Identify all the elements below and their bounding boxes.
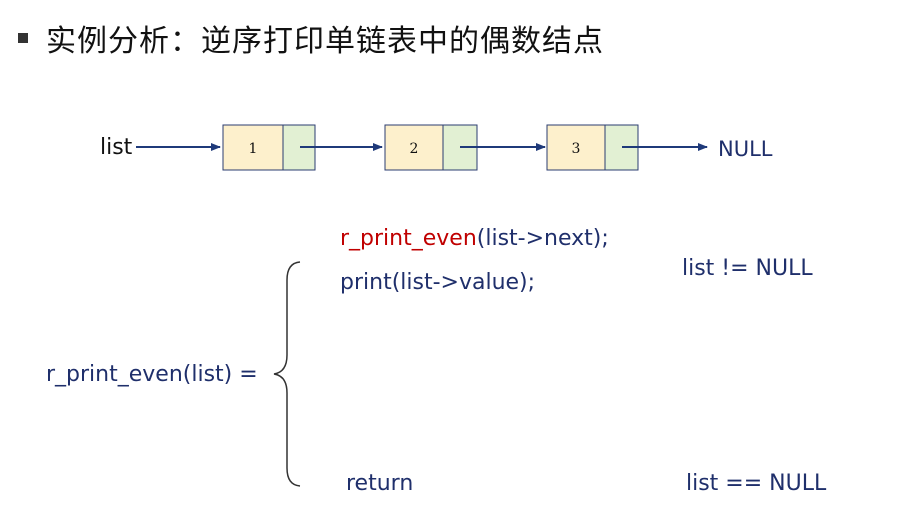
case2-action: return — [346, 471, 414, 496]
case1-line1: r_print_even(list->next); — [340, 226, 609, 251]
recursive-call-fn: r_print_even — [340, 226, 477, 251]
list-tail-null: NULL — [718, 137, 773, 161]
node-3-value: 3 — [572, 141, 581, 157]
case1-condition: list != NULL — [682, 256, 813, 281]
node-2-value: 2 — [410, 141, 419, 157]
case-brace — [273, 261, 301, 487]
node-1-value: 1 — [249, 141, 258, 157]
list-head-label: list — [100, 135, 133, 160]
case1-line2: print(list->value); — [340, 270, 536, 295]
recursive-call-args: (list->next); — [476, 226, 609, 251]
case2-condition: list == NULL — [686, 471, 827, 496]
recursion-lhs: r_print_even(list) = — [46, 362, 258, 387]
